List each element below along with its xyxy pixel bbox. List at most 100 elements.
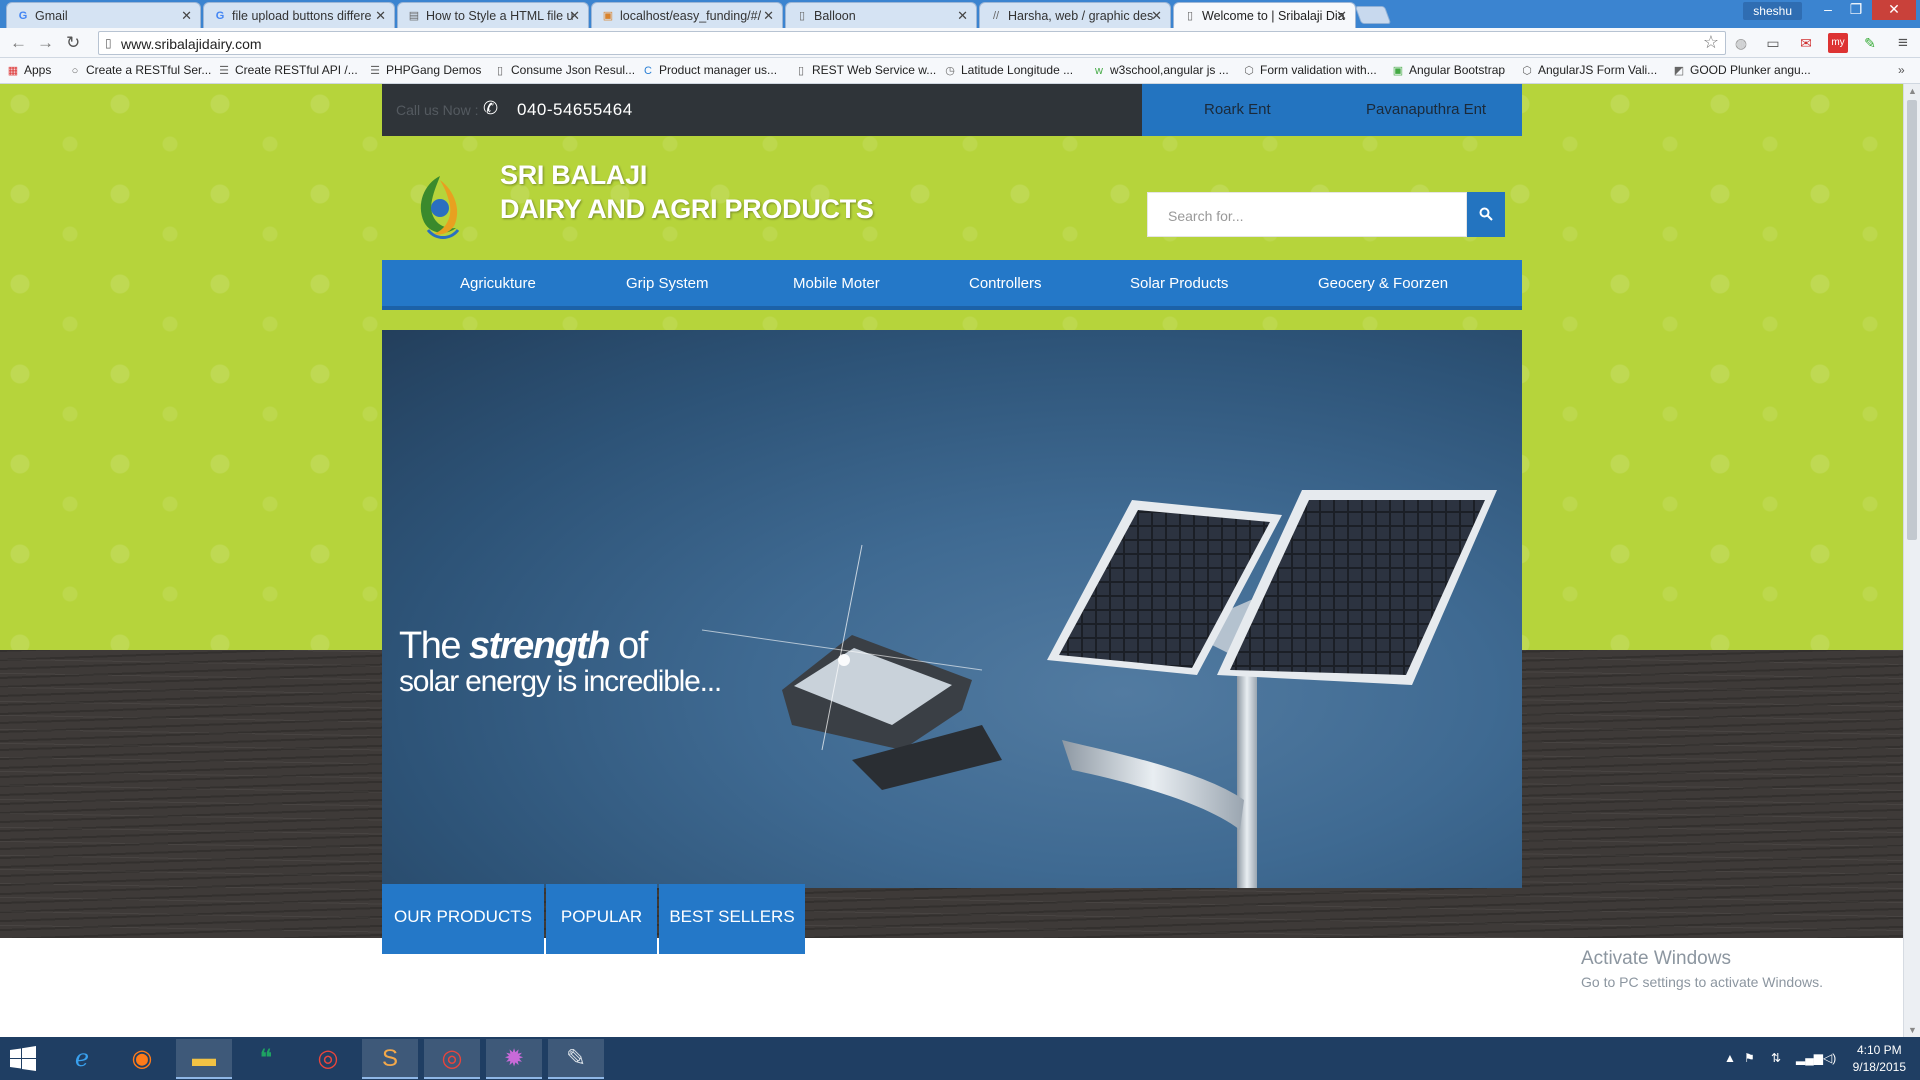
- bookmark-item[interactable]: ▯ Consume Json Resul...: [493, 63, 635, 77]
- search-input[interactable]: [1148, 193, 1468, 238]
- tab-title: localhost/easy_funding/#/: [620, 9, 762, 23]
- extension-icon[interactable]: ◍: [1731, 33, 1751, 53]
- extension-icon[interactable]: ✎: [1860, 33, 1880, 53]
- scrollbar-thumb[interactable]: [1907, 100, 1917, 540]
- network-icon[interactable]: ⇅: [1771, 1051, 1781, 1065]
- extension-icon[interactable]: my: [1828, 33, 1848, 53]
- extension-icon[interactable]: ✉: [1796, 33, 1816, 53]
- signal-icon[interactable]: ▂▄▆: [1796, 1051, 1823, 1065]
- close-tab-icon[interactable]: ✕: [569, 8, 580, 24]
- nav-controllers[interactable]: Controllers: [969, 275, 1042, 292]
- search-icon: [1479, 207, 1493, 221]
- scroll-up-icon[interactable]: ▲: [1908, 86, 1917, 96]
- bookmark-item[interactable]: ▦ Apps: [6, 63, 52, 77]
- nav-grocery-frozen[interactable]: Geocery & Foorzen: [1318, 275, 1448, 292]
- page-icon: ▣: [1392, 65, 1404, 77]
- bookmark-item[interactable]: ◷ Latitude Longitude ...: [943, 63, 1073, 77]
- bookmarks-overflow-icon[interactable]: »: [1898, 63, 1905, 77]
- tab-our-products[interactable]: OUR PRODUCTS: [382, 884, 544, 954]
- close-tab-icon[interactable]: ✕: [1151, 8, 1162, 24]
- flag-icon[interactable]: ⚑: [1744, 1051, 1755, 1065]
- watermark-subtitle: Go to PC settings to activate Windows.: [1581, 974, 1823, 990]
- page-icon: ▯: [105, 36, 112, 50]
- url-text: www.sribalajidairy.com: [121, 36, 262, 52]
- profile-button[interactable]: sheshu: [1743, 2, 1802, 20]
- bookmark-item[interactable]: ◩ GOOD Plunker angu...: [1672, 63, 1811, 77]
- paint-icon[interactable]: ✎: [548, 1039, 604, 1079]
- page-icon: w: [1095, 65, 1103, 77]
- brand-title[interactable]: SRI BALAJI DAIRY AND AGRI PRODUCTS: [500, 158, 874, 226]
- nav-agriculture[interactable]: Agricukture: [460, 275, 536, 292]
- hero-tagline-line2: solar energy is incredible...: [399, 665, 722, 698]
- search-button[interactable]: [1467, 192, 1505, 237]
- site-logo[interactable]: [410, 170, 470, 242]
- browser-tab-sribalaji[interactable]: ▯ Welcome to | Sribalaji Dia ✕: [1173, 2, 1356, 28]
- apps-grid-icon: ▦: [7, 65, 19, 77]
- call-us-label: Call us Now :: [396, 102, 479, 118]
- firefox-icon[interactable]: ◉: [114, 1039, 170, 1079]
- watermark-title: Activate Windows: [1581, 948, 1731, 969]
- volume-icon[interactable]: ◁): [1823, 1051, 1836, 1065]
- bookmark-item[interactable]: ▣ Angular Bootstrap: [1391, 63, 1505, 77]
- bookmark-item[interactable]: ▯ REST Web Service w...: [794, 63, 936, 77]
- brand-line1: SRI BALAJI: [500, 160, 648, 190]
- cast-icon[interactable]: ▭: [1763, 33, 1783, 53]
- nav-grip-system[interactable]: Grip System: [626, 275, 709, 292]
- close-tab-icon[interactable]: ✕: [375, 8, 386, 24]
- close-tab-icon[interactable]: ✕: [1336, 8, 1347, 24]
- tray-expand-icon[interactable]: ▲: [1724, 1051, 1736, 1065]
- close-tab-icon[interactable]: ✕: [763, 8, 774, 24]
- bookmark-item[interactable]: ⬡ Form validation with...: [1242, 63, 1377, 77]
- google-icon: G: [18, 10, 28, 22]
- sublime-text-icon[interactable]: S: [362, 1039, 418, 1079]
- solar-street-light-image: [701, 490, 1497, 888]
- file-explorer-icon[interactable]: ▬: [176, 1039, 232, 1079]
- page-scrollbar[interactable]: ▲ ▼: [1903, 84, 1920, 1037]
- chrome-icon[interactable]: ◎: [300, 1039, 356, 1079]
- bookmark-item[interactable]: ⬡ AngularJS Form Vali...: [1520, 63, 1657, 77]
- bookmark-star-icon[interactable]: ☆: [1703, 32, 1719, 53]
- page-icon: ○: [71, 65, 79, 77]
- windows-taskbar: ℯ ◉ ▬ ❝ ◎ S ◎ ✹ ✎ ▲ ⚑ ⇅ ▂▄▆ ◁) 4:10 PM 9…: [0, 1037, 1920, 1080]
- restore-icon[interactable]: ❐: [1842, 0, 1870, 20]
- browser-tab-balloon[interactable]: ▯ Balloon ✕: [785, 2, 977, 28]
- address-bar[interactable]: ▯ www.sribalajidairy.com ☆: [98, 31, 1726, 55]
- scroll-down-icon[interactable]: ▼: [1908, 1025, 1917, 1035]
- forward-icon[interactable]: →: [37, 33, 54, 53]
- browser-tab-localhost[interactable]: ▣ localhost/easy_funding/#/ ✕: [591, 2, 783, 28]
- link-pavanaputhra-ent[interactable]: Pavanaputhra Ent: [1366, 101, 1486, 118]
- nav-solar-products[interactable]: Solar Products: [1130, 275, 1228, 292]
- close-window-icon[interactable]: ✕: [1872, 0, 1916, 20]
- browser-tab-style-html[interactable]: ▤ How to Style a HTML file u ✕: [397, 2, 589, 28]
- page-icon: ▯: [496, 65, 504, 77]
- internet-explorer-icon[interactable]: ℯ: [54, 1039, 110, 1079]
- bookmark-item[interactable]: w w3school,angular js ...: [1092, 63, 1229, 77]
- reload-icon[interactable]: ↻: [66, 33, 80, 53]
- nav-mobile-moter[interactable]: Mobile Moter: [793, 275, 880, 292]
- phone-number[interactable]: 040-54655464: [517, 100, 633, 120]
- chrome-icon[interactable]: ◎: [424, 1039, 480, 1079]
- tab-best-sellers[interactable]: BEST SELLERS: [659, 884, 805, 954]
- browser-tab-file-upload[interactable]: G file upload buttons differe ✕: [203, 2, 395, 28]
- minimize-icon[interactable]: –: [1814, 0, 1842, 20]
- page-viewport: Call us Now : ✆ 040-54655464 Roark Ent P…: [0, 84, 1903, 1037]
- bookmark-item[interactable]: C Product manager us...: [641, 63, 777, 77]
- bookmark-item[interactable]: ○ Create a RESTful Ser...: [68, 63, 212, 77]
- bookmark-item[interactable]: ☰ Create RESTful API /...: [217, 63, 358, 77]
- browser-tab-harsha[interactable]: // Harsha, web / graphic des ✕: [979, 2, 1171, 28]
- link-roark-ent[interactable]: Roark Ent: [1204, 101, 1271, 118]
- tab-popular[interactable]: POPULAR: [546, 884, 657, 954]
- hangouts-icon[interactable]: ❝: [238, 1039, 294, 1079]
- java-ee-icon[interactable]: ✹: [486, 1039, 542, 1079]
- close-tab-icon[interactable]: ✕: [181, 8, 192, 24]
- hero-tagline-line1: The strength of: [399, 625, 648, 667]
- new-tab-button[interactable]: [1354, 6, 1392, 24]
- menu-icon[interactable]: ≡: [1893, 33, 1913, 53]
- back-icon[interactable]: ←: [10, 33, 27, 53]
- system-clock[interactable]: 4:10 PM 9/18/2015: [1853, 1042, 1906, 1076]
- bookmark-item[interactable]: ☰ PHPGang Demos: [368, 63, 481, 77]
- windows-start-icon[interactable]: [10, 1046, 36, 1072]
- close-tab-icon[interactable]: ✕: [957, 8, 968, 24]
- hero-banner[interactable]: The strength of solar energy is incredib…: [382, 330, 1522, 888]
- browser-tab-gmail[interactable]: G Gmail ✕: [6, 2, 201, 28]
